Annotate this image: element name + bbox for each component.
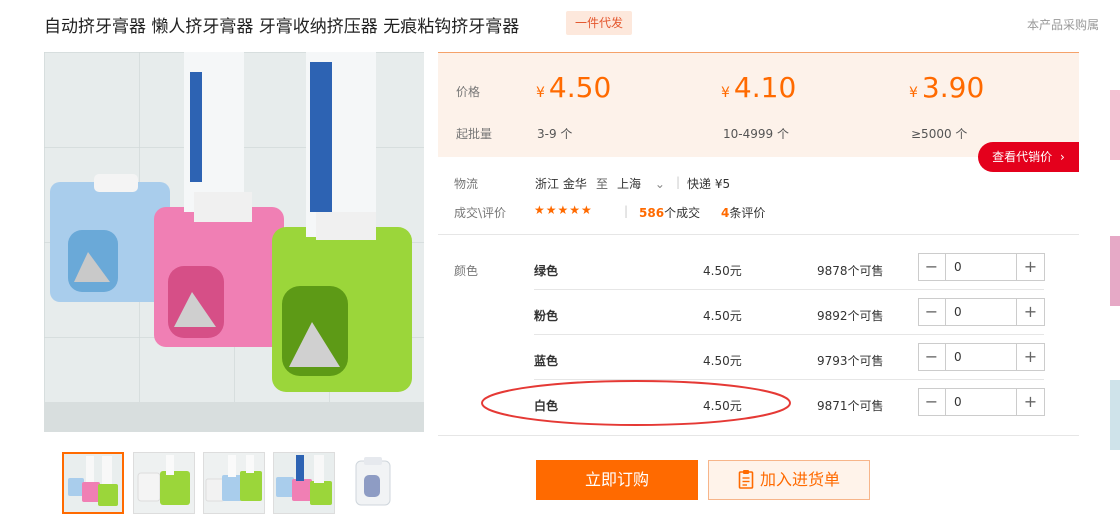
thumbnail-2[interactable] [133,452,195,514]
plus-button[interactable]: + [1018,344,1043,370]
quantity-input[interactable]: 0 [945,344,1017,370]
tier-price: 3.90 [921,71,985,104]
deals-suffix: 个成交 [664,206,701,220]
quantity-stepper[interactable]: − 0 + [918,253,1045,281]
highlight-ellipse [481,380,791,426]
variant-stock: 9871个可售 [817,399,884,413]
purchase-note: 本产品采购属 [1027,18,1100,32]
divider: | [676,175,681,189]
variant-name: 绿色 [534,264,559,278]
quantity-input[interactable]: 0 [945,254,1017,280]
price-tier-1: ¥4.50 [536,71,611,104]
thumbnail-dispenser-icon [344,453,404,513]
logistics-origin: 浙江 金华 [535,177,587,191]
variant-stock: 9793个可售 [817,354,884,368]
recommendation-thumbnail[interactable] [1110,236,1120,306]
shipping-fee: 快递 ¥5 [687,177,731,191]
chevron-down-icon: ⌄ [654,177,665,191]
thumbnail-dispenser-icon [64,454,122,512]
price-label: 价格 [456,85,481,99]
currency-symbol: ¥ [721,85,730,101]
plus-button[interactable]: + [1018,389,1043,415]
variant-price: 4.50元 [703,354,742,368]
variant-name: 粉色 [534,309,559,323]
deals-number: 586 [639,206,665,220]
thumbnail-dispenser-icon [134,453,194,513]
add-to-purchase-list-label: 加入进货单 [759,470,840,489]
chevron-right-icon: › [1060,150,1065,164]
color-label: 颜色 [454,264,479,278]
quantity-stepper[interactable]: − 0 + [918,388,1045,416]
row-divider [534,334,1044,335]
recommendation-thumbnail[interactable] [1110,380,1120,450]
plus-button[interactable]: + [1018,299,1043,325]
dropship-tag[interactable]: 一件代发 [566,11,633,35]
divider-line [438,234,1079,235]
logistics-to: 至 [596,177,609,191]
tier-range: 3-9 个 [537,127,573,141]
view-dropship-price-button[interactable]: 查看代销价 › [978,142,1079,172]
thumbnail-3[interactable] [203,452,265,514]
buy-now-button[interactable]: 立即订购 [536,460,698,500]
logistics-label: 物流 [454,177,479,191]
row-divider [534,289,1044,290]
variant-price: 4.50元 [703,309,742,323]
divider-line [438,435,1079,436]
variant-price: 4.50元 [703,264,742,278]
thumbnail-dispenser-icon [274,453,334,513]
destination-select[interactable]: 上海 ⌄ [617,175,665,192]
minus-button[interactable]: − [919,389,944,415]
tier-price: 4.50 [548,71,612,104]
deals-count[interactable]: 586个成交 [639,204,700,221]
destination-value: 上海 [617,177,642,191]
thumbnail-4[interactable] [273,452,335,514]
price-tier-3: ¥3.90 [909,71,984,104]
view-dropship-price-label: 查看代销价 [992,150,1053,164]
currency-symbol: ¥ [909,85,918,101]
minus-button[interactable]: − [919,344,944,370]
quantity-stepper[interactable]: − 0 + [918,343,1045,371]
main-product-image[interactable] [44,52,424,432]
thumbnail-dispenser-icon [204,453,264,513]
minus-button[interactable]: − [919,254,944,280]
clipboard-icon [738,470,754,489]
tier-range: ≥5000 个 [911,127,968,141]
plus-button[interactable]: + [1018,254,1043,280]
rating-stars-icon: ★★★★★ [534,203,593,217]
variant-stock: 9878个可售 [817,264,884,278]
add-to-purchase-list-button[interactable]: 加入进货单 [708,460,870,500]
minus-button[interactable]: − [919,299,944,325]
thumbnail-1[interactable] [62,452,124,514]
variant-stock: 9892个可售 [817,309,884,323]
moq-label: 起批量 [456,127,493,141]
quantity-input[interactable]: 0 [945,299,1017,325]
recommendation-thumbnail[interactable] [1110,90,1120,160]
product-title: 自动挤牙膏器 懒人挤牙膏器 牙膏收纳挤压器 无痕粘钩挤牙膏器 [44,17,520,37]
quantity-input[interactable]: 0 [945,389,1017,415]
divider: | [624,204,629,218]
price-panel: 价格 起批量 ¥4.50 3-9 个 ¥4.10 10-4999 个 ¥3.90… [438,52,1079,157]
price-tier-2: ¥4.10 [721,71,796,104]
tier-price: 4.10 [733,71,797,104]
quantity-stepper[interactable]: − 0 + [918,298,1045,326]
currency-symbol: ¥ [536,85,545,101]
reviews-count[interactable]: 4条评价 [721,204,765,221]
reviews-label: 成交\评价 [454,206,507,220]
tier-range: 10-4999 个 [723,127,789,141]
toothpaste-dispenser-illustration [44,52,424,432]
reviews-suffix: 条评价 [729,206,766,220]
thumbnail-5[interactable] [343,452,405,514]
variant-name: 蓝色 [534,354,559,368]
